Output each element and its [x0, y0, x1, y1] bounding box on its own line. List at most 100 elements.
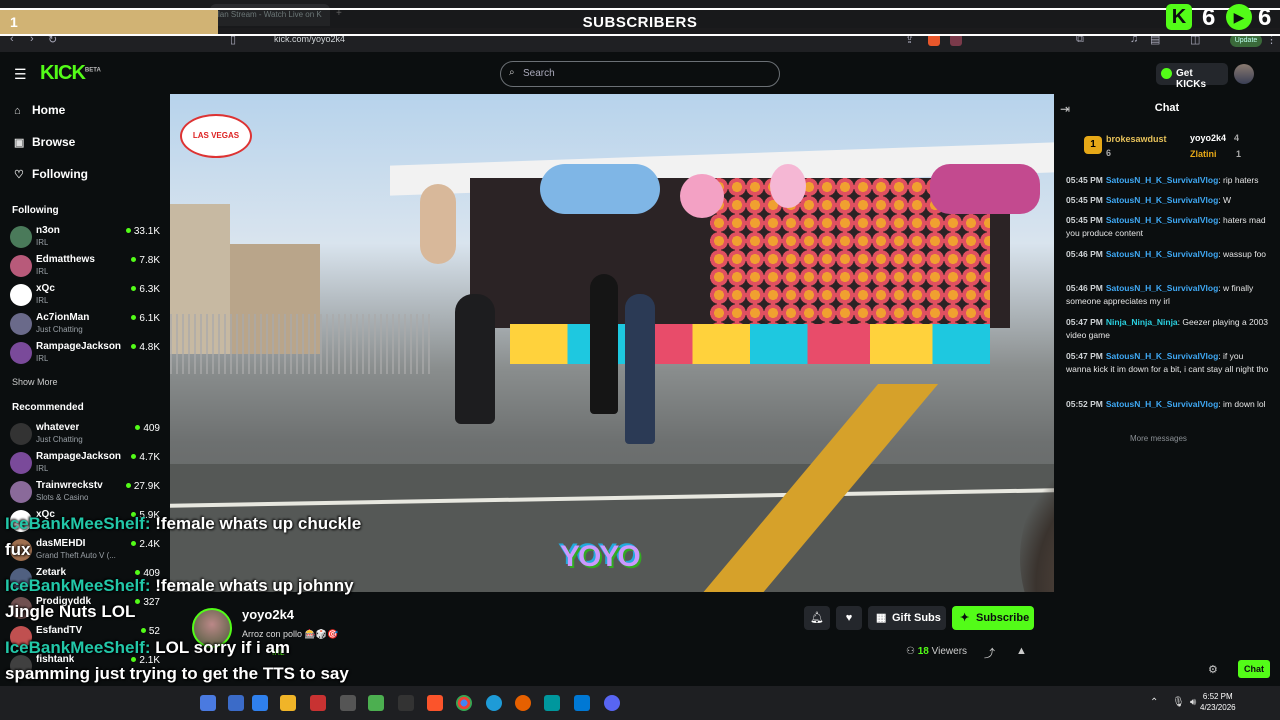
channel-viewers: 327 — [135, 597, 160, 608]
search-input[interactable]: ⌕ Search — [500, 61, 780, 87]
star-icon: ✦ — [960, 612, 970, 624]
message-user[interactable]: SatousN_H_K_SurvivalVlog — [1106, 399, 1218, 409]
subscribe-button[interactable]: ✦ Subscribe — [952, 606, 1034, 630]
nav-following[interactable]: ♡ Following — [14, 167, 88, 181]
gift-subs-button[interactable]: ▦ Gift Subs — [868, 606, 946, 630]
sidebar-channel[interactable]: xQc IRL 6.3K — [10, 282, 164, 310]
taskbar-clock[interactable]: 6:52 PM 4/23/2026 — [1200, 691, 1236, 713]
volume-icon[interactable]: 🔊︎ — [1190, 697, 1196, 708]
message-user[interactable]: SatousN_H_K_SurvivalVlog — [1106, 195, 1218, 205]
sidebar-channel[interactable]: Ac7ionMan Just Chatting 6.1K — [10, 311, 164, 339]
channel-viewers: 4.8K — [131, 342, 160, 353]
app-icon[interactable] — [398, 695, 414, 711]
message-time: 05:45 PM — [1066, 215, 1103, 225]
channel-name: RampageJackson — [36, 341, 122, 352]
share-icon[interactable]: ⤴ — [984, 645, 995, 661]
recommended-heading: Recommended — [12, 402, 84, 413]
logo-text: KICK — [40, 62, 86, 84]
settings-icon[interactable]: ⚙ — [1208, 663, 1218, 676]
sidebar-channel[interactable]: RampageJackson IRL 4.7K — [10, 450, 164, 478]
tts-line: IceBankMeeShelf: !female whats up chuckl… — [5, 514, 361, 534]
channel-category: IRL — [36, 464, 49, 473]
get-kicks-button[interactable]: Get KICKs — [1156, 63, 1228, 90]
tts-separator: : — [144, 576, 156, 595]
firefox-icon[interactable] — [515, 695, 531, 711]
channel-viewers: 33.1K — [126, 226, 160, 237]
message-user[interactable]: SatousN_H_K_SurvivalVlog — [1106, 283, 1218, 293]
message-time: 05:45 PM — [1066, 195, 1103, 205]
channel-category: Just Chatting — [36, 325, 83, 334]
plush-prize — [930, 164, 1040, 214]
channel-viewers: 6.1K — [131, 313, 160, 324]
get-kicks-label: Get KICKs — [1176, 68, 1207, 90]
follow-button[interactable]: ♥ — [836, 606, 862, 630]
sidebar-channel[interactable]: n3on IRL 33.1K — [10, 224, 164, 252]
message-user[interactable]: SatousN_H_K_SurvivalVlog — [1106, 249, 1218, 259]
sidebar-channel[interactable]: Edmatthews IRL 7.8K — [10, 253, 164, 281]
user-avatar[interactable] — [1234, 64, 1254, 84]
vscode-icon[interactable] — [574, 695, 590, 711]
channel-name: xQc — [36, 283, 55, 294]
viewers-label: Viewers — [931, 646, 968, 657]
channel-name: n3on — [36, 225, 60, 236]
tts-user: IceBankMeeShelf — [5, 514, 145, 533]
channel-viewers: 52 — [141, 626, 160, 637]
app-icon[interactable] — [340, 695, 356, 711]
message-user[interactable]: SatousN_H_K_SurvivalVlog — [1106, 175, 1218, 185]
app-icon[interactable] — [252, 695, 268, 711]
kick-logo[interactable]: KICKBETA — [40, 62, 101, 85]
app-icon[interactable] — [544, 695, 560, 711]
notification-button[interactable]: 🔔︎ — [804, 606, 830, 630]
browse-icon: ▣ — [14, 137, 25, 149]
app-icon[interactable] — [200, 695, 216, 711]
hamburger-icon[interactable]: ☰ — [14, 66, 27, 83]
subscriber-goal-title: SUBSCRIBERS — [582, 14, 698, 31]
edge-icon[interactable] — [486, 695, 502, 711]
gift-icon: ▦ — [876, 612, 887, 624]
sidebar-channel[interactable]: Trainwreckstv Slots & Casino 27.9K — [10, 479, 164, 507]
leaderboard-name[interactable]: Zlatini — [1190, 149, 1217, 159]
channel-category: IRL — [36, 267, 49, 276]
app-icon[interactable] — [310, 695, 326, 711]
show-more-link[interactable]: Show More — [12, 377, 58, 387]
folder-icon[interactable] — [280, 695, 296, 711]
channel-avatar — [10, 313, 32, 335]
plush-prize — [540, 164, 660, 214]
sidebar-channel[interactable]: whatever Just Chatting 409 — [10, 421, 164, 449]
sidebar-channel[interactable]: dasMEHDI Grand Theft Auto V (... 2.4K — [10, 537, 164, 565]
message-user[interactable]: Ninja_Ninja_Ninja — [1106, 317, 1178, 327]
report-icon[interactable]: ▲ — [1016, 645, 1027, 657]
leaderboard-count: 6 — [1106, 148, 1112, 158]
tts-line: IceBankMeeShelf: LOL sorry if i am — [5, 638, 290, 658]
channel-name: Ac7ionMan — [36, 312, 90, 323]
app-icon[interactable] — [228, 695, 244, 711]
brave-icon[interactable] — [427, 695, 443, 711]
app-icon[interactable] — [368, 695, 384, 711]
message-user[interactable]: SatousN_H_K_SurvivalVlog — [1106, 351, 1218, 361]
channel-viewers: 7.8K — [131, 255, 160, 266]
nav-home-label: Home — [32, 103, 66, 117]
channel-avatar — [10, 284, 32, 306]
chat-message: 05:46 PM SatousN_H_K_SurvivalVlog: wassup… — [1066, 248, 1270, 261]
sidebar-channel[interactable]: RampageJackson IRL 4.8K — [10, 340, 164, 368]
person — [625, 294, 655, 444]
nav-browse[interactable]: ▣ Browse — [14, 135, 75, 149]
chat-message: 05:45 PM SatousN_H_K_SurvivalVlog: haters… — [1066, 214, 1270, 240]
mic-icon[interactable]: 🎙︎ — [1172, 697, 1185, 708]
leaderboard-name[interactable]: brokesawdust — [1106, 134, 1167, 144]
leaderboard-count: 1 — [1236, 149, 1242, 159]
leaderboard-name[interactable]: yoyo2k4 — [1190, 133, 1226, 143]
rank-badge: 1 — [1084, 136, 1102, 154]
send-chat-button[interactable]: Chat — [1238, 660, 1270, 678]
chrome-icon[interactable] — [456, 695, 472, 711]
chat-message: 05:46 PM SatousN_H_K_SurvivalVlog: w fina… — [1066, 282, 1270, 308]
tray-chevron-icon[interactable]: ⌃ — [1150, 697, 1158, 708]
subscribe-label: Subscribe — [976, 612, 1030, 624]
plush-prize — [420, 184, 456, 264]
clock-time: 6:52 PM — [1202, 692, 1233, 701]
more-messages-label[interactable]: More messages — [1130, 434, 1187, 443]
streamer-name[interactable]: yoyo2k4 — [242, 607, 294, 622]
message-user[interactable]: SatousN_H_K_SurvivalVlog — [1106, 215, 1218, 225]
nav-home[interactable]: ⌂ Home — [14, 103, 65, 117]
discord-icon[interactable] — [604, 695, 620, 711]
